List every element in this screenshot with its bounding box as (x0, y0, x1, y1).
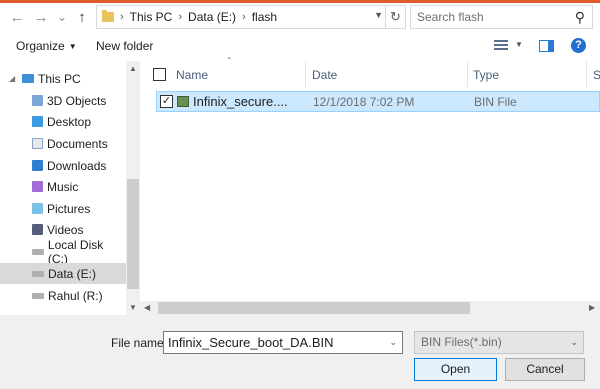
preview-pane-icon[interactable] (539, 40, 554, 52)
new-folder-button[interactable]: New folder (96, 39, 153, 53)
tree-item-label: Pictures (47, 201, 91, 216)
tree-item-label: Data (E:) (48, 266, 97, 281)
chevron-right-icon: › (242, 11, 246, 23)
cancel-button[interactable]: Cancel (505, 358, 585, 381)
organize-button[interactable]: Organize ▼ (16, 39, 77, 53)
folder-icon (102, 10, 114, 22)
chevron-down-icon[interactable]: ⌄ (570, 332, 578, 353)
row-checkbox[interactable]: ✓ (160, 95, 173, 108)
column-header-date[interactable]: Date (312, 68, 337, 82)
chevron-down-icon[interactable]: ⌄ (389, 332, 397, 353)
chevron-right-icon: › (178, 11, 183, 23)
address-bar[interactable]: › This PC › Data (E:) › flash ▼ ↻ (96, 5, 406, 29)
drive-icon (32, 248, 44, 255)
pictures-icon (32, 203, 43, 214)
scroll-up-icon[interactable]: ▲ (129, 64, 137, 73)
open-button[interactable]: Open (414, 358, 497, 381)
tree-item-label: Desktop (47, 114, 92, 129)
desktop-icon (32, 116, 43, 127)
select-all-checkbox[interactable] (153, 68, 166, 81)
file-name: Infinix_secure.... (193, 94, 288, 109)
file-name-label: File name: (111, 336, 168, 350)
help-icon[interactable]: ? (571, 38, 586, 53)
scroll-right-icon[interactable]: ▶ (589, 303, 595, 312)
tree-item-label: Music (47, 179, 79, 194)
file-type-filter[interactable]: BIN Files(*.bin) ⌄ (414, 331, 584, 354)
file-name-field[interactable]: Infinix_Secure_boot_DA.BIN ⌄ (163, 331, 403, 354)
back-arrow-icon[interactable]: ← (8, 7, 26, 27)
column-header-type[interactable]: Type (473, 68, 499, 82)
tree-item-rahul-r[interactable]: Rahul (R:) (0, 285, 126, 306)
downloads-icon (32, 160, 43, 171)
search-placeholder: Search flash (417, 10, 484, 24)
forward-arrow-icon[interactable]: → (32, 7, 50, 27)
tree-item-label: Downloads (47, 158, 107, 173)
tree-item-pictures[interactable]: Pictures (0, 198, 126, 219)
tree-item-data-e[interactable]: Data (E:) (0, 263, 126, 284)
caret-down-icon: ▼ (68, 42, 77, 51)
tree-item-label: Rahul (R:) (48, 288, 103, 303)
dialog-footer: File name: Infinix_Secure_boot_DA.BIN ⌄ … (0, 315, 600, 389)
scrollbar-thumb[interactable] (158, 302, 470, 314)
search-input[interactable]: Search flash ⚲ (410, 5, 593, 29)
folder-3d-icon (32, 95, 43, 106)
tree-item-local-disk-c[interactable]: Local Disk (C:) (0, 238, 126, 266)
breadcrumb-flash[interactable]: flash (252, 10, 277, 24)
music-icon (32, 181, 43, 192)
tree-item-documents[interactable]: Documents (0, 133, 126, 154)
column-divider[interactable] (305, 61, 306, 87)
tree-item-this-pc[interactable]: ◢ This PC (0, 68, 126, 89)
file-date: 12/1/2018 7:02 PM (313, 95, 415, 109)
command-bar: Organize ▼ New folder ▼ ? (0, 31, 600, 61)
column-divider[interactable] (586, 61, 587, 87)
tree-item-desktop[interactable]: Desktop (0, 111, 126, 132)
sort-ascending-icon: ⌃ (226, 56, 233, 65)
collapse-arrow-icon[interactable]: ◢ (9, 74, 19, 83)
file-name-value: Infinix_Secure_boot_DA.BIN (168, 335, 334, 350)
drive-icon (32, 292, 44, 299)
view-options-icon[interactable] (494, 40, 508, 51)
column-divider[interactable] (467, 61, 468, 87)
tree-item-label: 3D Objects (47, 93, 107, 108)
column-header-size[interactable]: S (593, 68, 600, 82)
tree-item-downloads[interactable]: Downloads (0, 155, 126, 176)
tree-item-label: Local Disk (C:) (47, 237, 104, 266)
file-list: ⌃ Name Date Type S ✓ Infinix_secure.... … (140, 56, 600, 315)
tree-item-label: Documents (47, 136, 108, 151)
bin-file-icon (177, 96, 189, 107)
tree-item-music[interactable]: Music (0, 176, 126, 197)
file-type: BIN File (474, 95, 517, 109)
tree-item-label: This PC (38, 71, 81, 86)
caret-down-icon[interactable]: ▼ (515, 40, 523, 49)
documents-icon (32, 138, 43, 149)
organize-label: Organize (16, 39, 65, 53)
chevron-right-icon: › (120, 11, 124, 23)
navigation-pane: ◢ This PC 3D Objects Desktop Documents D… (0, 61, 140, 315)
column-header-name[interactable]: Name (176, 68, 208, 82)
file-row[interactable]: ✓ Infinix_secure.... 12/1/2018 7:02 PM B… (156, 91, 600, 112)
up-arrow-icon[interactable]: ↑ (74, 7, 90, 27)
file-type-filter-value: BIN Files(*.bin) (421, 335, 502, 349)
scroll-down-icon[interactable]: ▼ (129, 303, 137, 312)
tree-item-3d-objects[interactable]: 3D Objects (0, 90, 126, 111)
column-headers: ⌃ Name Date Type S (140, 56, 600, 87)
computer-icon (22, 74, 34, 83)
navigation-bar: ← → ⌄ ↑ › This PC › Data (E:) › flash ▼ … (0, 3, 600, 31)
scrollbar-thumb[interactable] (127, 179, 139, 289)
drive-icon (32, 270, 44, 277)
navigation-scrollbar[interactable]: ▲ ▼ (126, 61, 140, 315)
recent-locations-icon[interactable]: ⌄ (56, 7, 68, 27)
horizontal-scrollbar[interactable]: ◀ ▶ (140, 301, 600, 315)
chevron-down-icon[interactable]: ▼ (374, 10, 383, 20)
scroll-left-icon[interactable]: ◀ (144, 303, 150, 312)
breadcrumb-data-drive[interactable]: Data (E:) (188, 10, 236, 24)
refresh-icon[interactable]: ↻ (385, 6, 405, 28)
search-icon[interactable]: ⚲ (575, 9, 585, 26)
breadcrumb-this-pc[interactable]: This PC (130, 10, 173, 24)
tree-item-label: Videos (47, 222, 84, 237)
videos-icon (32, 224, 43, 235)
